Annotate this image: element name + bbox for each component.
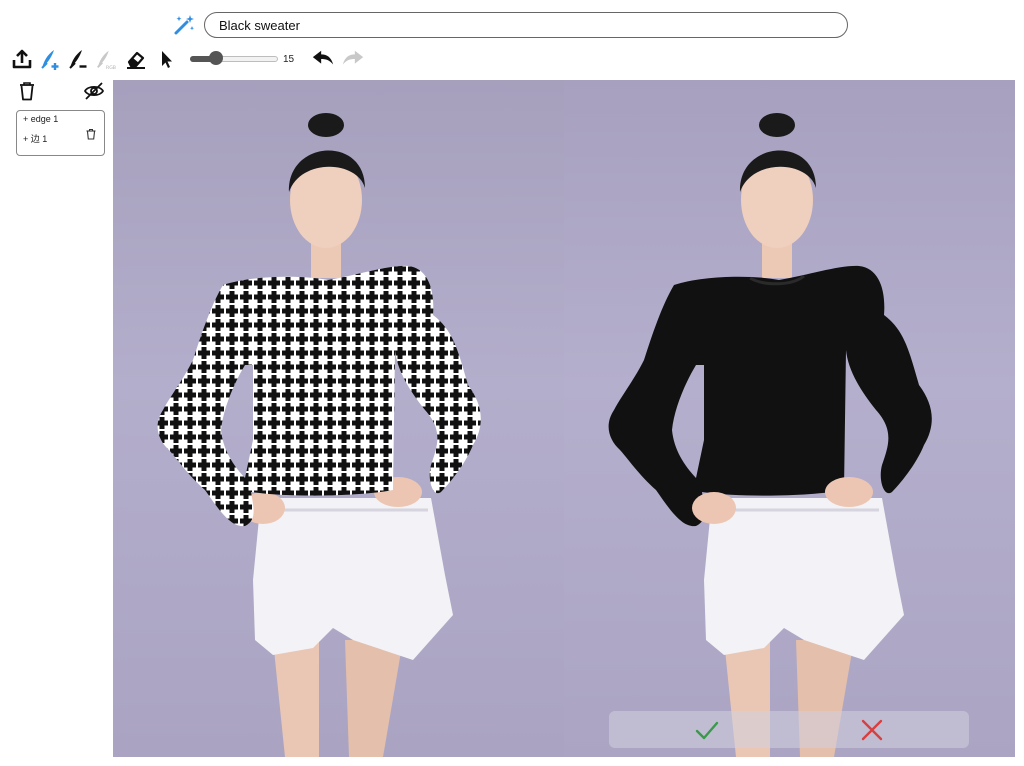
magic-wand-icon[interactable] bbox=[172, 13, 196, 37]
pointer-icon[interactable] bbox=[154, 47, 178, 71]
eraser-icon[interactable] bbox=[124, 47, 148, 71]
reject-x-icon[interactable] bbox=[859, 717, 885, 743]
slider-thumb[interactable] bbox=[208, 51, 223, 65]
trash-icon[interactable] bbox=[85, 127, 97, 140]
upload-icon[interactable] bbox=[10, 47, 34, 71]
layer-item-bian[interactable]: + 边 1 bbox=[23, 132, 47, 145]
accept-check-icon[interactable] bbox=[694, 717, 720, 743]
svg-text:RGB: RGB bbox=[106, 65, 116, 71]
eye-off-icon[interactable] bbox=[83, 80, 105, 102]
original-image[interactable] bbox=[113, 80, 564, 757]
result-image[interactable] bbox=[564, 80, 1015, 757]
redo-icon[interactable] bbox=[341, 47, 365, 71]
layer-item-edge[interactable]: + edge 1 bbox=[23, 114, 58, 124]
pen-rgb-icon[interactable]: RGB bbox=[94, 47, 118, 71]
prompt-input[interactable] bbox=[204, 12, 848, 38]
pen-add-icon[interactable] bbox=[38, 47, 62, 71]
pen-remove-icon[interactable] bbox=[66, 47, 90, 71]
confirm-bar bbox=[609, 711, 969, 748]
delete-all-icon[interactable] bbox=[16, 80, 38, 102]
layer-list: + edge 1 + 边 1 bbox=[16, 110, 105, 156]
brush-size-value: 15 bbox=[283, 54, 295, 65]
brush-size-slider[interactable] bbox=[190, 51, 278, 65]
undo-icon[interactable] bbox=[311, 47, 335, 71]
